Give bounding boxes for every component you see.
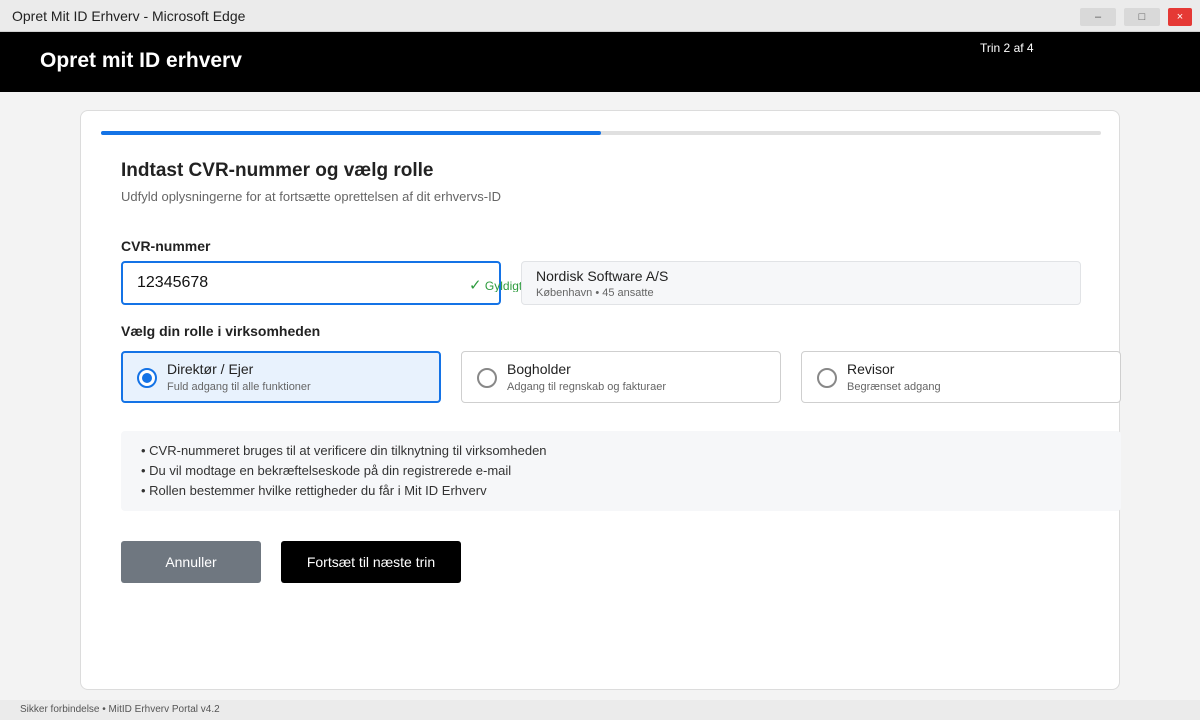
role-desc: Begrænset adgang [847,381,941,393]
window-title: Opret Mit ID Erhverv - Microsoft Edge [12,8,246,24]
step-indicator: Trin 2 af 4 [980,41,1034,55]
progress-fill [101,131,601,135]
info-line: • Rollen bestemmer hvilke rettigheder du… [141,483,487,498]
form-subheading: Udfyld oplysningerne for at fortsætte op… [121,189,502,204]
form-heading: Indtast CVR-nummer og vælg rolle [121,160,434,181]
company-info-box: Nordisk Software A/S København • 45 ansa… [521,261,1081,305]
role-option-revisor[interactable]: Revisor Begrænset adgang [801,351,1121,403]
cvr-valid-indicator: ✓ Gyldigt [469,276,521,292]
status-bar: Sikker forbindelse • MitID Erhverv Porta… [0,700,1200,720]
role-option-bogholder[interactable]: Bogholder Adgang til regnskab og faktura… [461,351,781,403]
maximize-button[interactable]: □ [1124,8,1160,26]
company-name: Nordisk Software A/S [536,268,669,284]
cvr-valid-text: Gyldigt [484,279,521,292]
info-line: • CVR-nummeret bruges til at verificere … [141,443,547,458]
app-header: Opret mit ID erhverv Trin 2 af 4 [0,32,1200,92]
cvr-input[interactable] [121,261,501,305]
status-text: Sikker forbindelse • MitID Erhverv Porta… [20,704,220,715]
minimize-button[interactable]: – [1080,8,1116,26]
form-card: Indtast CVR-nummer og vælg rolle Udfyld … [80,110,1121,690]
cancel-button[interactable]: Annuller [121,541,261,583]
page-title: Opret mit ID erhverv [40,49,242,72]
progress-bar [101,131,1101,135]
role-desc: Adgang til regnskab og fakturaer [507,381,666,393]
window-titlebar: Opret Mit ID Erhverv - Microsoft Edge – … [0,0,1200,32]
radio-unselected-icon[interactable] [817,368,837,388]
info-line: • Du vil modtage en bekræftelseskode på … [141,463,512,478]
cvr-label: CVR-nummer [121,238,211,254]
role-name: Bogholder [507,361,571,377]
info-box: • CVR-nummeret bruges til at verificere … [121,431,1121,511]
radio-selected-icon[interactable] [137,368,157,388]
role-name: Direktør / Ejer [167,361,254,377]
role-option-direktor[interactable]: Direktør / Ejer Fuld adgang til alle fun… [121,351,441,403]
checkmark-icon: ✓ [469,277,482,292]
next-step-button[interactable]: Fortsæt til næste trin [281,541,461,583]
role-name: Revisor [847,361,895,377]
close-button[interactable]: × [1168,8,1192,26]
role-label: Vælg din rolle i virksomheden [121,323,321,339]
radio-unselected-icon[interactable] [477,368,497,388]
company-meta: København • 45 ansatte [536,287,654,299]
role-desc: Fuld adgang til alle funktioner [167,381,311,393]
